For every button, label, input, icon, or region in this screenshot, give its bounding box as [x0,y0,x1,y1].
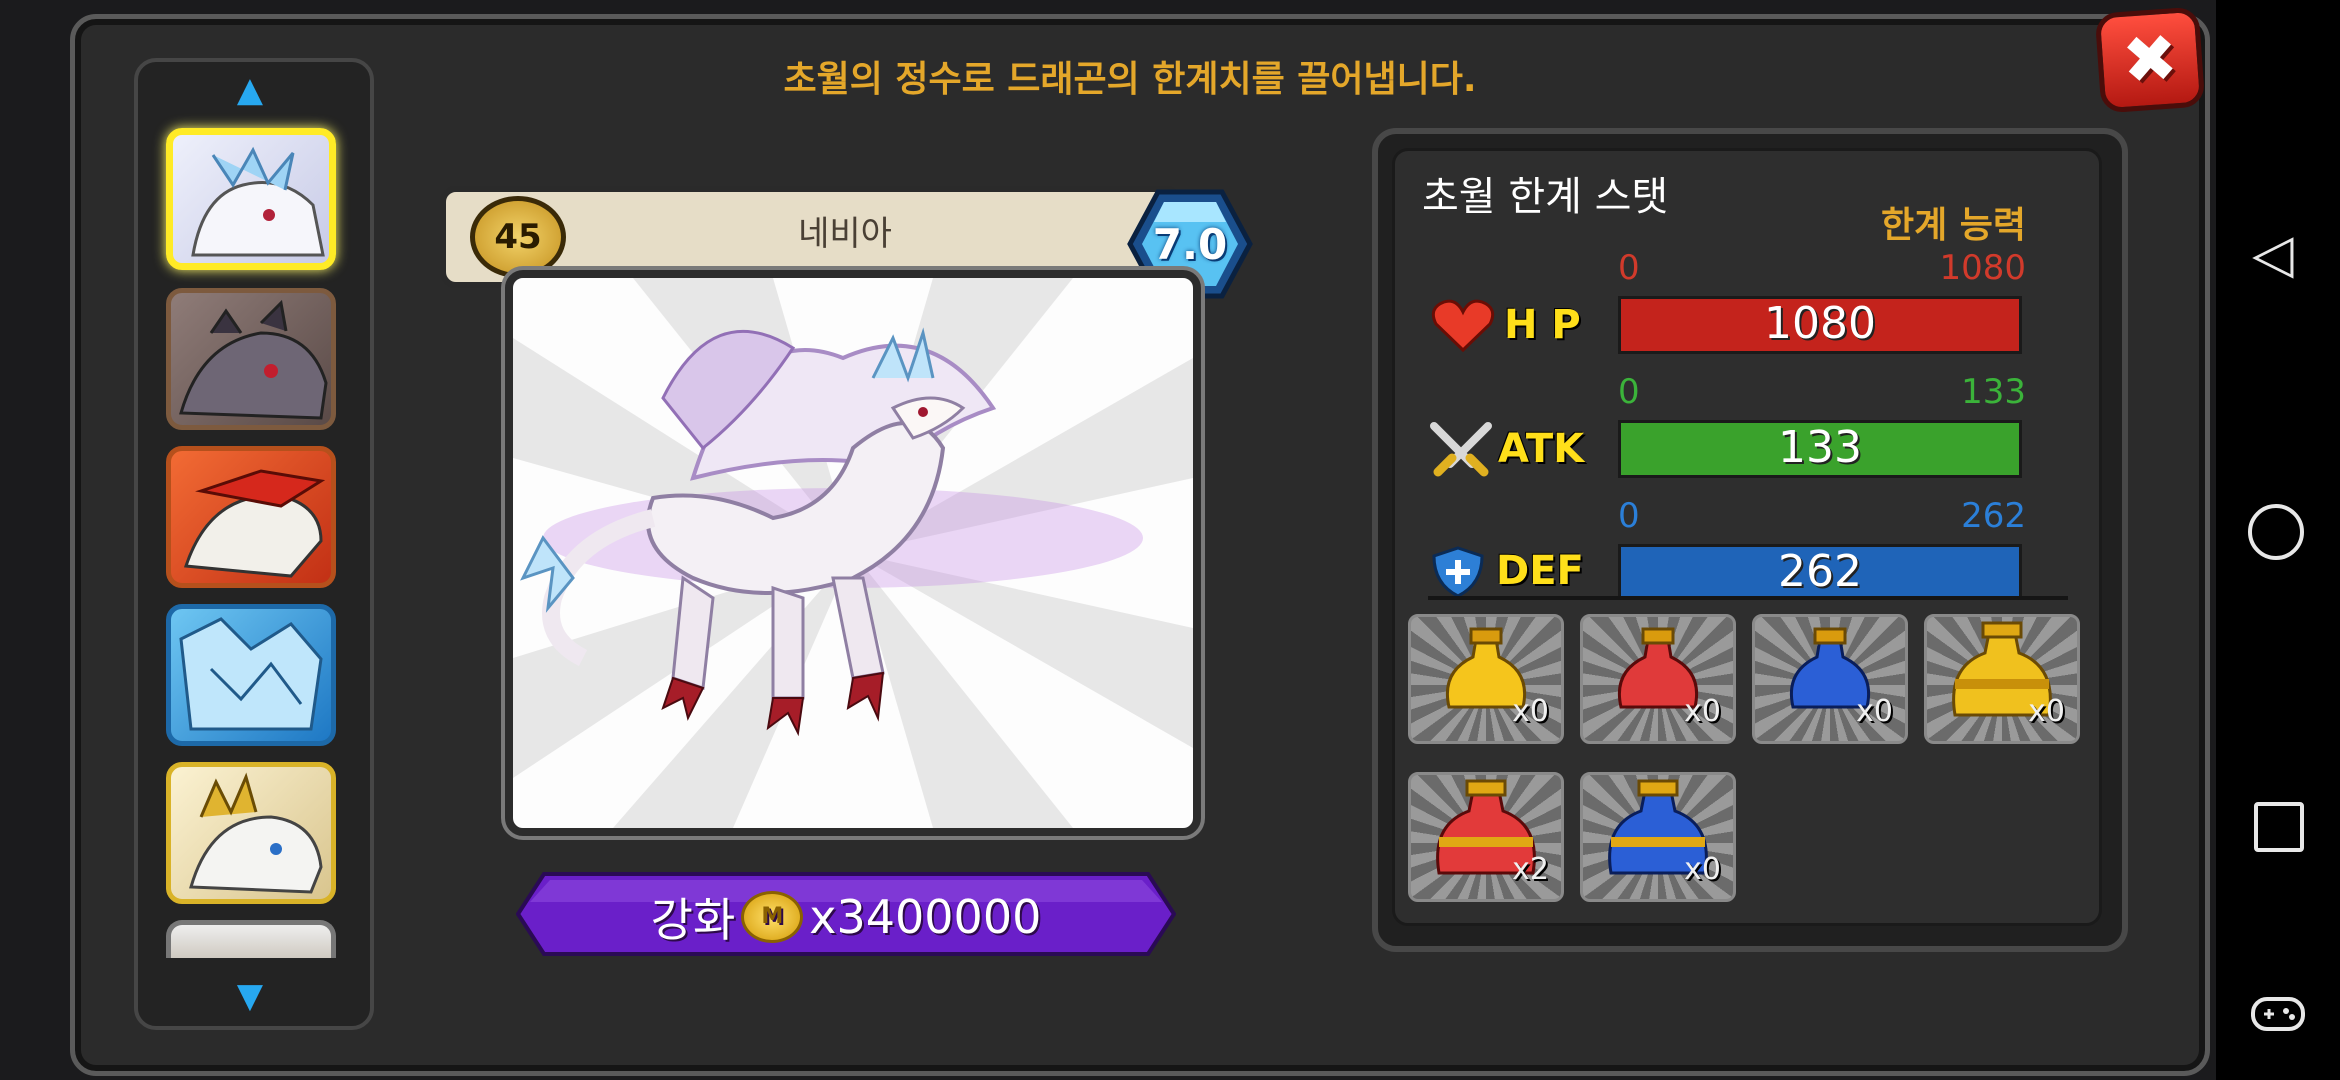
shield-icon [1432,546,1484,598]
atk-min: 0 [1618,372,1640,412]
scroll-down-arrow-icon[interactable]: ▼ [134,976,366,1016]
close-button[interactable]: ✖ [2094,6,2206,114]
stats-title: 초월 한계 스탯 [1422,174,1669,220]
dragon-thumb-ice[interactable] [166,604,336,746]
atk-value: 133 [1778,422,1862,473]
item-count: x0 [1684,694,1721,729]
dragon-illustration [513,278,1193,828]
crossed-swords-icon [1430,422,1492,477]
coin-icon: M [741,891,804,943]
hp-label: H P [1504,302,1581,348]
atk-max: 133 [1961,372,2026,412]
level-badge: 45 [470,196,566,278]
dragon-name: 네비아 [798,214,892,254]
gamepad-icon[interactable] [2250,996,2306,1032]
stats-subtitle: 한계 능력 [1880,205,2026,246]
dragon-face-icon [179,299,328,420]
upgrade-label: 강화 [650,893,736,947]
item-count: x0 [1856,694,1893,729]
def-max: 262 [1961,496,2026,536]
dragon-portrait [505,270,1201,836]
heart-icon [1431,299,1495,353]
def-label: DEF [1496,548,1584,594]
item-count: x0 [2028,694,2065,729]
close-icon: ✖ [2119,19,2181,100]
dragon-thumb-grey[interactable] [166,288,336,430]
dragon-thumb-red[interactable] [166,446,336,588]
hp-value: 1080 [1764,298,1876,349]
stats-divider [1428,596,2068,600]
item-blue-potion[interactable]: x0 [1752,614,1908,744]
dragon-face-icon [189,772,323,894]
recent-apps-icon[interactable] [2254,802,2304,852]
back-icon[interactable]: ◁ [2252,222,2294,285]
atk-label: ATK [1498,426,1585,472]
grade-value: 7.0 [1152,220,1228,269]
upgrade-button[interactable]: 강화 M x3400000 [516,884,1176,950]
item-count: x0 [1512,694,1549,729]
item-blue-large-potion[interactable]: x0 [1580,772,1736,902]
dragon-thumb-selected[interactable] [166,128,336,270]
scroll-up-arrow-icon[interactable]: ▲ [134,70,366,110]
item-red-large-potion[interactable]: x2 [1408,772,1564,902]
dragon-face-icon [179,617,323,731]
dragon-face-icon [191,146,325,257]
window-title: 초월의 정수로 드래곤의 한계치를 끌어냅니다. [783,59,1477,100]
def-min: 0 [1618,496,1640,536]
hp-min: 0 [1618,248,1640,288]
dragon-thumb-gold[interactable] [166,762,336,904]
item-yellow-potion[interactable]: x0 [1408,614,1564,744]
dragon-thumb-partial[interactable] [166,920,336,958]
item-red-potion[interactable]: x0 [1580,614,1736,744]
def-value: 262 [1778,546,1862,597]
item-gold-large-potion[interactable]: x0 [1924,614,2080,744]
hp-max: 1080 [1939,248,2026,288]
home-icon[interactable] [2248,504,2304,560]
upgrade-cost: x3400000 [809,890,1042,944]
dragon-face-icon [183,469,326,578]
item-count: x2 [1512,852,1549,887]
item-count: x0 [1684,852,1721,887]
